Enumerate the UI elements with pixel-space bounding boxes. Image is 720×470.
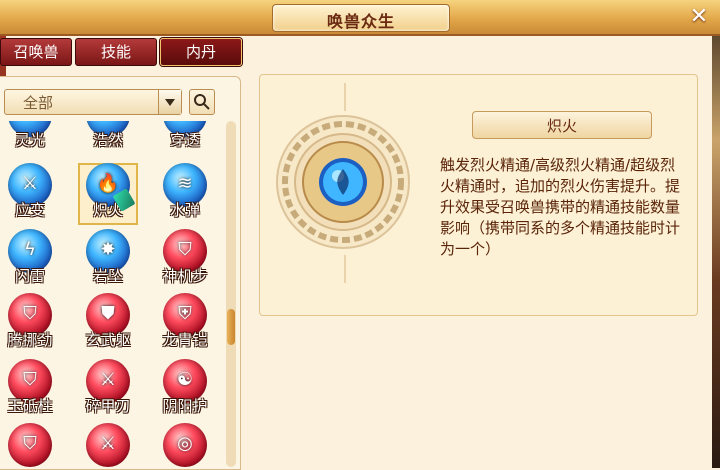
- search-icon: [194, 94, 210, 110]
- skill-grid: ✦ 灵光 ✦ 浩然 ✦ 穿透 ⚔ 应变 🔥 炽火 ≋ 水弹 ϟ 闪雷: [0, 121, 222, 469]
- skill-label: 应变: [14, 201, 45, 219]
- skill-cell[interactable]: ✸ 岩坠: [78, 229, 138, 291]
- skill-cell[interactable]: ⛉ 神机步: [155, 229, 215, 291]
- skill-label: 阴阳护: [162, 397, 208, 415]
- skill-orb-icon: ◎: [163, 423, 207, 467]
- skill-detail-panel: 炽火 触发烈火精通/高级烈火精通/超级烈火精通时，追加的烈火伤害提升。提升效果受…: [259, 74, 698, 316]
- skill-list-scrollbar[interactable]: [226, 121, 236, 467]
- skill-cell[interactable]: ✦ 灵光: [0, 121, 60, 155]
- skill-cell[interactable]: ≋ 水弹: [155, 163, 215, 225]
- skill-medallion: [276, 115, 410, 249]
- skill-label: 玄武躯: [85, 331, 131, 349]
- skill-label: 岩坠: [92, 267, 123, 285]
- skill-name: 炽火: [546, 117, 577, 135]
- tab-summon-beast[interactable]: 召唤兽: [0, 38, 72, 66]
- skill-label: 碎甲刃: [85, 397, 131, 415]
- skill-cell-selected[interactable]: 🔥 炽火: [78, 163, 138, 225]
- skill-label: 灵光: [14, 131, 45, 149]
- skill-cell[interactable]: ⚔: [78, 423, 138, 469]
- skill-label: 浩然: [92, 131, 123, 149]
- game-world-right-edge: [712, 0, 720, 468]
- category-select[interactable]: 全部: [4, 89, 182, 115]
- search-button[interactable]: [189, 89, 215, 115]
- skill-cell[interactable]: ✦ 浩然: [78, 121, 138, 155]
- tab-inner-core[interactable]: 内丹: [160, 38, 242, 66]
- scrollbar-thumb[interactable]: [227, 309, 235, 345]
- skill-orb-icon: ⛉: [8, 423, 52, 467]
- skill-name-plaque: 炽火: [472, 111, 652, 139]
- skill-label: 闪雷: [14, 267, 45, 285]
- skill-cell[interactable]: ⚔ 应变: [0, 163, 60, 225]
- window-title: 唤兽众生: [326, 12, 395, 31]
- close-button[interactable]: ✕: [688, 6, 710, 28]
- skill-cell[interactable]: ⛊ 玄武躯: [78, 293, 138, 355]
- window-titlebar: 唤兽众生 ✕: [0, 0, 720, 36]
- divider: [344, 255, 346, 283]
- skill-cell[interactable]: ⛉: [0, 423, 60, 469]
- skill-label: 水弹: [169, 201, 200, 219]
- skill-cell[interactable]: ⛨ 龙胄铠: [155, 293, 215, 355]
- divider: [344, 83, 346, 111]
- skill-orb-icon: ⚔: [86, 423, 130, 467]
- skill-cell[interactable]: ϟ 闪雷: [0, 229, 60, 291]
- skill-cell[interactable]: ◎: [155, 423, 215, 469]
- tab-skills[interactable]: 技能: [75, 38, 157, 66]
- skill-label: 玉砥柱: [7, 397, 53, 415]
- skill-cell[interactable]: ✦ 穿透: [155, 121, 215, 155]
- category-select-value: 全部: [23, 94, 54, 112]
- skill-cell[interactable]: ☯ 阴阳护: [155, 359, 215, 421]
- skill-label: 腾挪劲: [7, 331, 53, 349]
- skill-label: 龙胄铠: [162, 331, 208, 349]
- skill-cell[interactable]: ⚔ 碎甲刃: [78, 359, 138, 421]
- skill-label: 穿透: [169, 131, 200, 149]
- close-icon: ✕: [689, 4, 709, 29]
- chevron-down-icon[interactable]: [158, 90, 181, 114]
- title-plaque: 唤兽众生: [272, 4, 450, 32]
- skill-label: 神机步: [162, 267, 208, 285]
- skill-cell[interactable]: ⛉ 腾挪劲: [0, 293, 60, 355]
- skill-description: 触发烈火精通/高级烈火精通/超级烈火精通时，追加的烈火伤害提升。提升效果受召唤兽…: [440, 156, 681, 258]
- skill-cell[interactable]: ⛉ 玉砥柱: [0, 359, 60, 421]
- skill-list-panel: 全部 ✦ 灵光 ✦ 浩然 ✦ 穿透 ⚔ 应变 🔥 炽火: [0, 76, 241, 470]
